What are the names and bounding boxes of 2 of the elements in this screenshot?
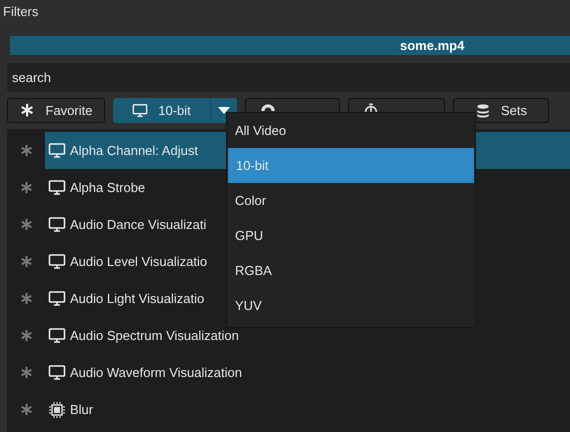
panel-title: Filters [2, 3, 40, 21]
clip-bar: some.mp4 [10, 36, 570, 55]
